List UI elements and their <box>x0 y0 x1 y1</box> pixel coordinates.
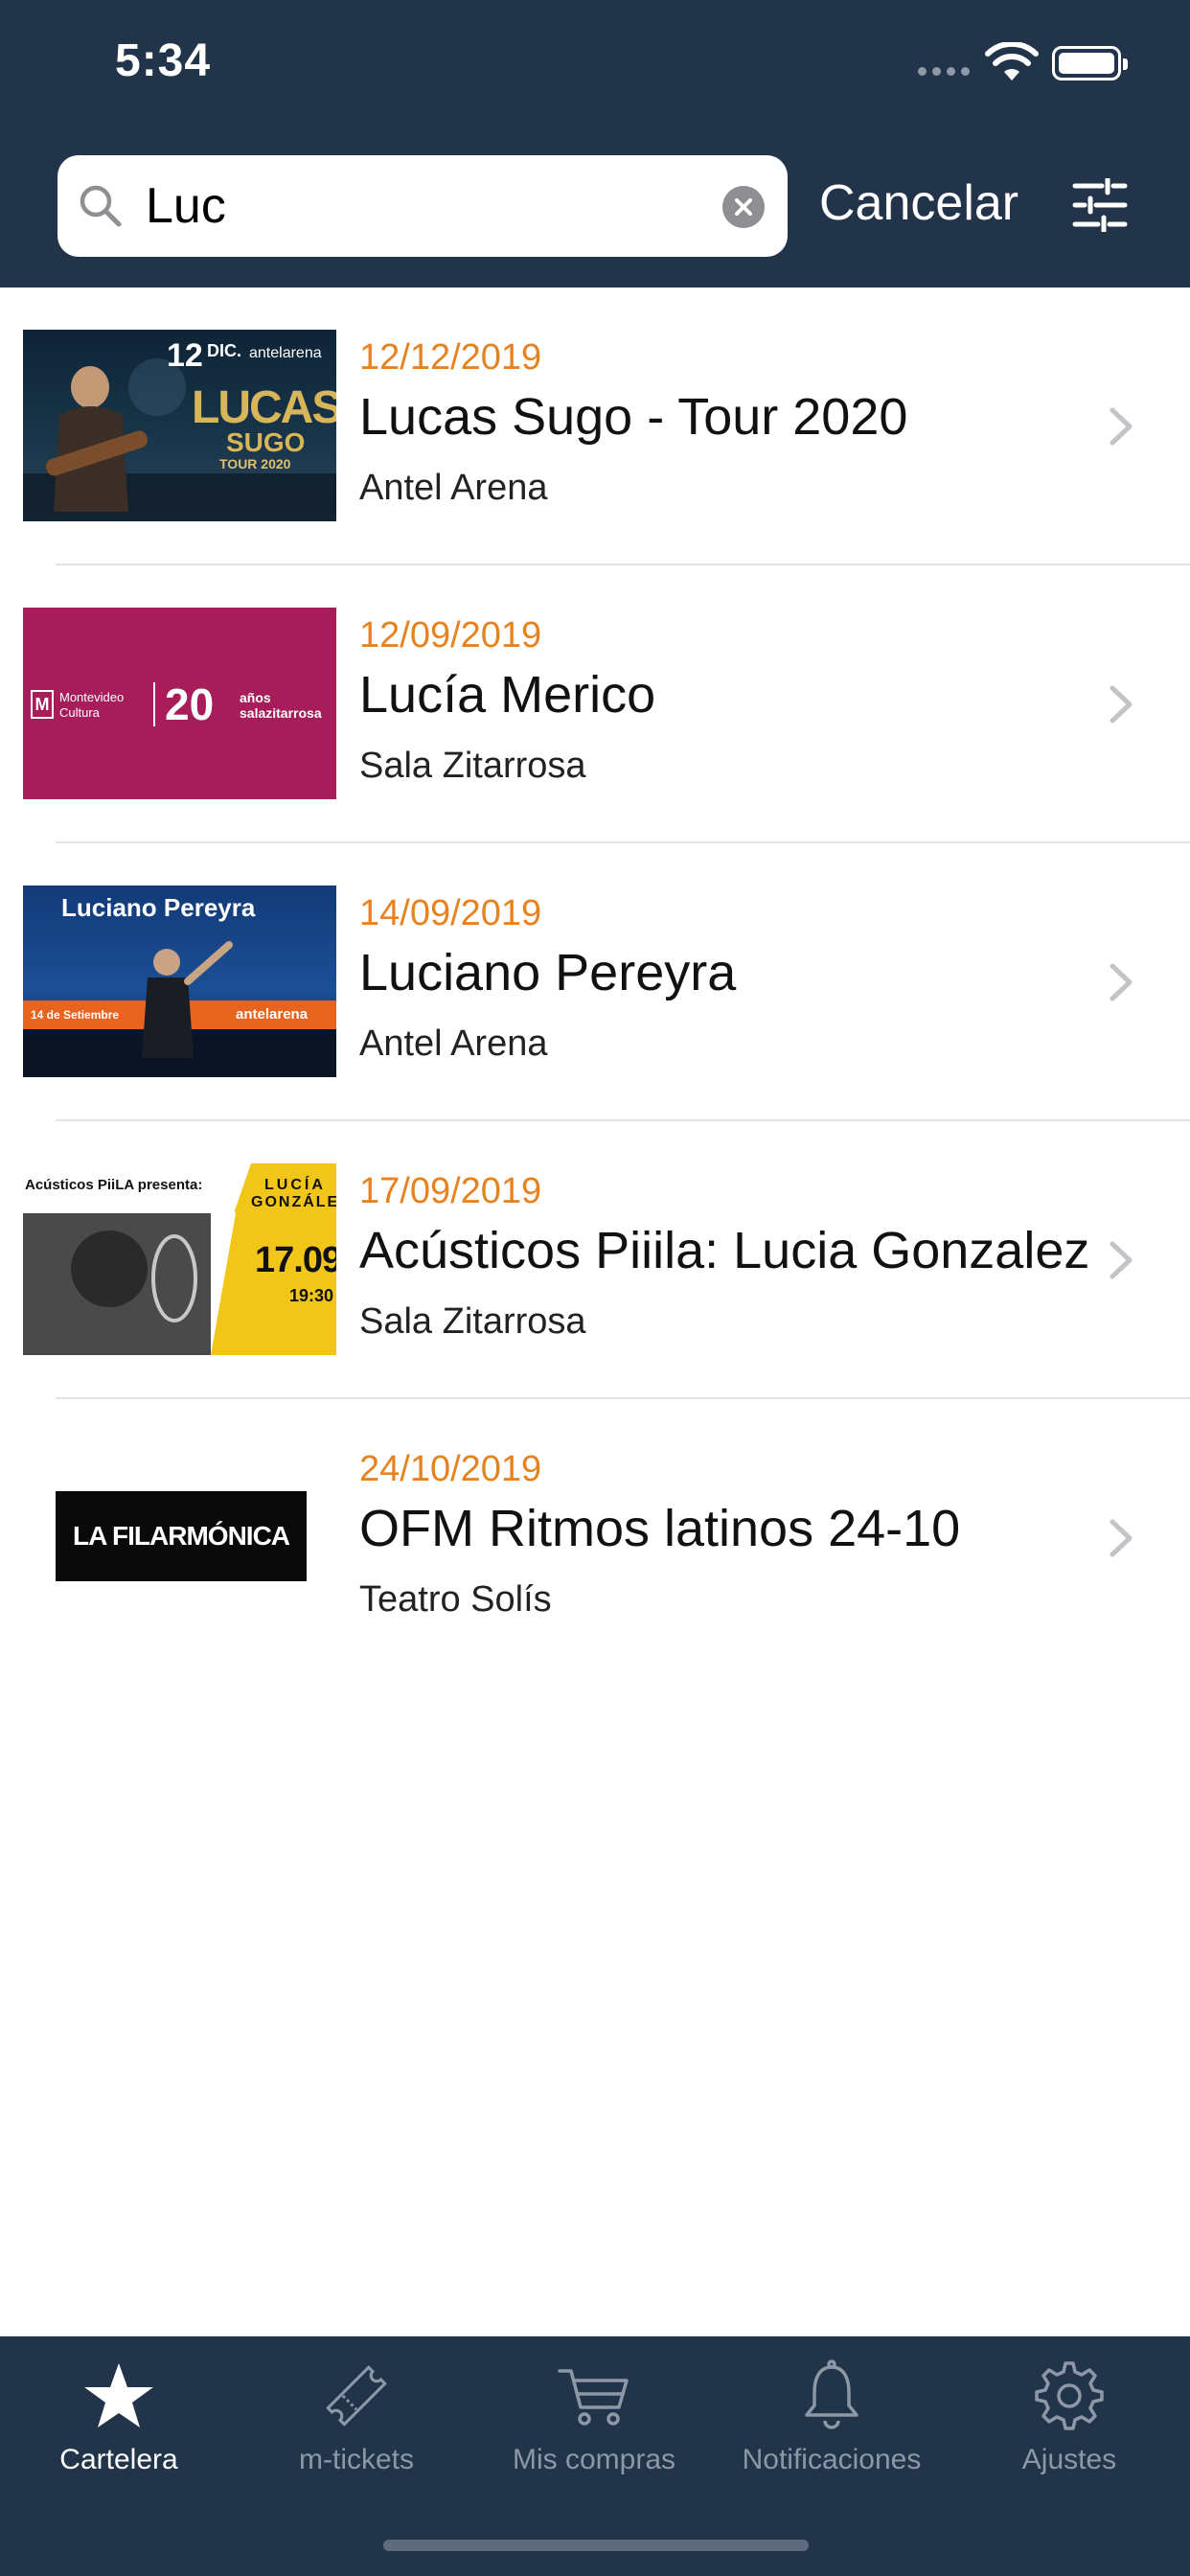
search-input[interactable] <box>146 155 682 257</box>
battery-icon <box>1052 46 1128 80</box>
search-icon <box>80 185 122 227</box>
tab-mis-compras[interactable]: Mis compras <box>475 2336 713 2509</box>
event-poster: Acústicos PiiLA presenta: LUCÍA GONZÁLEZ… <box>23 1163 336 1355</box>
event-date: 12/09/2019 <box>359 615 542 656</box>
poster-name: LA FILARMÓNICA <box>72 1521 290 1551</box>
chevron-right-icon <box>1110 407 1133 446</box>
tab-label: Notificaciones <box>742 2444 922 2475</box>
event-venue: Antel Arena <box>359 468 548 508</box>
ticket-icon <box>326 2365 387 2426</box>
tab-ajustes[interactable]: Ajustes <box>950 2336 1190 2509</box>
event-venue: Teatro Solís <box>359 1579 552 1620</box>
poster-hour: 19:30 <box>289 1286 334 1305</box>
tab-cartelera[interactable]: Cartelera <box>0 2336 238 2509</box>
event-title: Lucas Sugo - Tour 2020 <box>359 388 908 446</box>
poster-text: LUCÍA <box>264 1177 326 1193</box>
poster-divider <box>153 682 155 726</box>
wifi-icon <box>985 42 1039 80</box>
event-title: OFM Ritmos latinos 24-10 <box>359 1500 961 1557</box>
cart-icon <box>558 2369 629 2426</box>
event-title: Luciano Pereyra <box>359 944 737 1001</box>
poster-brand: antelarena <box>236 1006 309 1023</box>
chevron-right-icon <box>1110 1519 1133 1557</box>
poster-day: 12 <box>167 337 203 374</box>
bell-icon <box>805 2359 858 2429</box>
event-title: Lucía Merico <box>359 666 656 724</box>
tab-label: Mis compras <box>512 2444 676 2475</box>
list-item[interactable]: 12 DIC. antelarena LUCAS SUGO TOUR 2020 … <box>0 288 1190 565</box>
poster-text: Cultura <box>59 705 100 720</box>
poster-name: Luciano Pereyra <box>61 893 256 922</box>
poster-name: LUCAS <box>192 382 336 433</box>
clear-search-icon[interactable] <box>722 186 765 228</box>
event-poster: M Montevideo Cultura 20 años salazitarro… <box>23 608 336 799</box>
event-poster: LA FILARMÓNICA <box>23 1441 336 1633</box>
montevideo-logo-icon: M <box>31 690 54 719</box>
status-time: 5:34 <box>115 35 212 86</box>
cancel-button[interactable]: Cancelar <box>819 174 1018 232</box>
top-bar: 5:34 Cancelar <box>0 0 1190 288</box>
poster-text: Montevideo <box>59 690 125 704</box>
list-item[interactable]: M Montevideo Cultura 20 años salazitarro… <box>0 565 1190 843</box>
event-venue: Sala Zitarrosa <box>359 746 586 786</box>
poster-text: años <box>240 690 271 705</box>
poster-brand: antelarena <box>249 345 322 361</box>
star-icon <box>84 2363 153 2427</box>
home-indicator <box>383 2540 809 2551</box>
list-item[interactable]: Acústicos PiiLA presenta: LUCÍA GONZÁLEZ… <box>0 1121 1190 1399</box>
chevron-right-icon <box>1110 963 1133 1001</box>
event-date: 24/10/2019 <box>359 1449 542 1489</box>
event-date: 17/09/2019 <box>359 1171 542 1211</box>
event-venue: Antel Arena <box>359 1024 548 1064</box>
event-poster: 12 DIC. antelarena LUCAS SUGO TOUR 2020 <box>23 330 336 521</box>
event-venue: Sala Zitarrosa <box>359 1301 586 1342</box>
poster-month: DIC. <box>207 341 241 360</box>
event-date: 12/12/2019 <box>359 337 542 378</box>
poster-text: GONZÁLEZ <box>251 1194 336 1210</box>
poster-number: 20 <box>165 679 215 729</box>
poster-text: salazitarrosa <box>240 705 322 721</box>
tab-m-tickets[interactable]: m-tickets <box>238 2336 475 2509</box>
poster-sub: TOUR 2020 <box>219 456 291 472</box>
tab-label: Cartelera <box>59 2444 178 2475</box>
chevron-right-icon <box>1110 1241 1133 1279</box>
tab-label: Ajustes <box>1021 2444 1117 2475</box>
filter-sliders-icon[interactable] <box>1071 178 1129 232</box>
poster-day: 17.09 <box>255 1240 336 1280</box>
event-title: Acústicos Piiila: Lucia Gonzalez <box>359 1222 1090 1279</box>
poster-sub: 14 de Setiembre <box>31 1008 120 1022</box>
gear-icon <box>1035 2361 1104 2430</box>
search-field[interactable] <box>57 155 788 257</box>
poster-name-2: SUGO <box>226 427 306 457</box>
event-poster: Luciano Pereyra 14 de Setiembre antelare… <box>23 886 336 1077</box>
event-date: 14/09/2019 <box>359 893 542 933</box>
poster-text: Acústicos PiiLA presenta: <box>25 1177 203 1193</box>
tab-label: m-tickets <box>299 2444 414 2475</box>
list-item[interactable]: Luciano Pereyra 14 de Setiembre antelare… <box>0 843 1190 1121</box>
tab-notificaciones[interactable]: Notificaciones <box>713 2336 950 2509</box>
chevron-right-icon <box>1110 685 1133 724</box>
list-item[interactable]: LA FILARMÓNICA 24/10/2019 OFM Ritmos lat… <box>0 1399 1190 1677</box>
cellular-signal-icon <box>918 67 970 76</box>
